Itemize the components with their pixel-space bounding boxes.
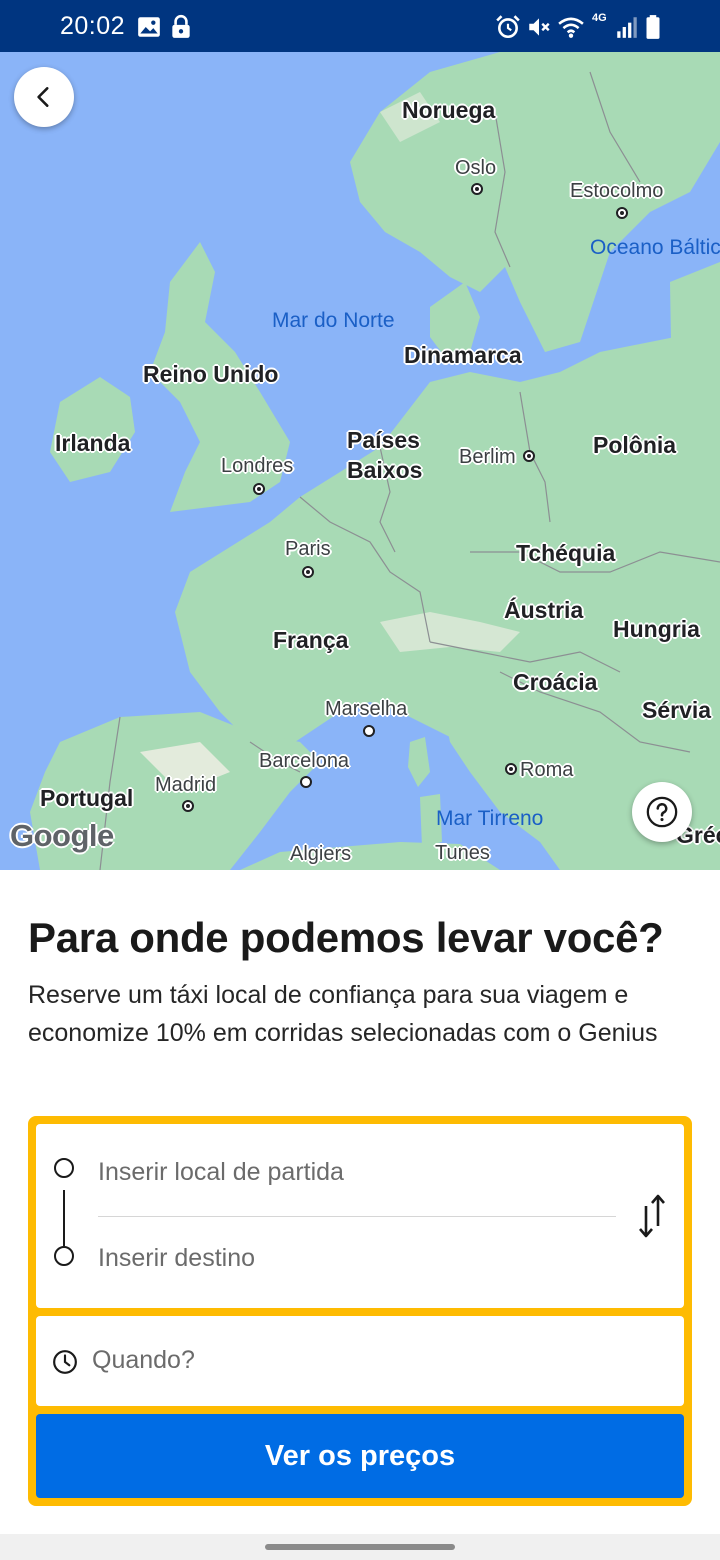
back-button[interactable] [14, 67, 74, 127]
network-type: 4G [592, 12, 607, 24]
help-icon [646, 796, 678, 828]
map-label-city: Tunes [435, 842, 490, 864]
city-marker [523, 450, 535, 462]
home-gesture-pill[interactable] [265, 1544, 455, 1550]
city-marker [471, 183, 483, 195]
map-label-city: Londres [221, 455, 294, 477]
map-label-country: Polônia [593, 432, 677, 458]
when-input[interactable]: Quando? [92, 1346, 195, 1375]
map-label-city: Madrid [155, 774, 217, 796]
swap-icon[interactable] [634, 1192, 670, 1240]
system-nav-bar [0, 1534, 720, 1560]
map-label-city: Berlim [459, 446, 516, 468]
map-label-country: França [273, 627, 349, 653]
pickup-input[interactable]: Inserir local de partida [98, 1158, 344, 1187]
map-label-country: Sérvia [642, 697, 712, 723]
city-marker [363, 725, 375, 737]
map-label-country: Países [347, 427, 420, 453]
see-prices-button[interactable]: Ver os preços [36, 1414, 684, 1498]
city-marker [616, 207, 628, 219]
route-box: Inserir local de partida Inserir destino [36, 1124, 684, 1308]
map-label-country: Tchéquia [516, 540, 616, 566]
map-label-country: Irlanda [55, 430, 131, 456]
map-label-country: Hungria [613, 616, 700, 642]
destination-circle-icon [54, 1246, 74, 1266]
map-label-city: Roma [520, 759, 574, 781]
status-bar: 20:02 4G [0, 0, 720, 52]
map-label-city: Oslo [455, 157, 497, 179]
map-label-country: Dinamarca [404, 342, 522, 368]
map-label-water: Mar Tirreno [436, 807, 544, 830]
map-label-country: Baixos [347, 457, 423, 483]
chevron-left-icon [37, 87, 49, 107]
city-marker [300, 776, 312, 788]
route-divider [98, 1216, 616, 1217]
alarm-icon [496, 15, 520, 39]
map-label-country: Noruega [402, 97, 496, 123]
route-connector [63, 1190, 65, 1246]
map-label-city: Barcelona [259, 750, 350, 772]
pickup-circle-icon [54, 1158, 74, 1178]
image-icon [138, 17, 160, 37]
map-view[interactable]: Noruega Dinamarca Reino Unido Irlanda Pa… [0, 52, 720, 870]
map-label-country: Reino Unido [143, 361, 279, 387]
battery-icon [646, 15, 660, 39]
destination-input[interactable]: Inserir destino [98, 1244, 255, 1273]
city-marker [253, 483, 265, 495]
city-marker [182, 800, 194, 812]
map-label-water: Oceano Báltico [590, 236, 720, 259]
map-label-country: Portugal [40, 785, 134, 811]
clock-icon [53, 1350, 77, 1374]
map-label-city: Algiers [290, 843, 352, 865]
map-label-country: Croácia [513, 669, 598, 695]
lock-icon [172, 14, 190, 38]
map-label-water: Mar do Norte [272, 309, 395, 332]
map-label-city: Estocolmo [570, 180, 664, 202]
city-marker [505, 763, 517, 775]
map-label-country: Áustria [504, 597, 584, 623]
google-attribution-logo: Google [10, 818, 114, 853]
when-field[interactable]: Quando? [36, 1316, 684, 1406]
search-form: Inserir local de partida Inserir destino… [28, 1116, 692, 1506]
page-subtitle: Reserve um táxi local de confiança para … [28, 981, 658, 1047]
city-marker [302, 566, 314, 578]
mute-icon [529, 18, 550, 36]
booking-sheet: Para onde podemos levar você? Reserve um… [0, 870, 720, 1534]
help-button[interactable] [632, 782, 692, 842]
wifi-icon [558, 17, 584, 38]
status-time: 20:02 [60, 12, 126, 40]
page-title: Para onde podemos levar você? [28, 914, 664, 961]
signal-icon [617, 17, 637, 38]
map-label-city: Paris [285, 538, 331, 560]
map-label-city: Marselha [325, 698, 408, 720]
